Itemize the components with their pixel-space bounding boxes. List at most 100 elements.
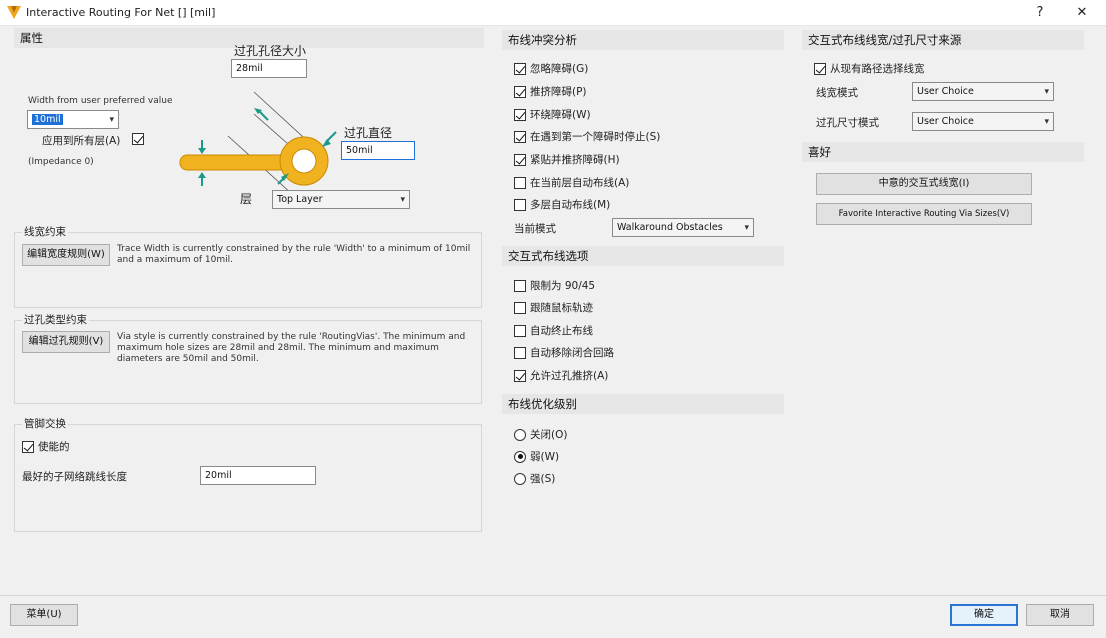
option-label: 跟随鼠标轨迹 [530, 302, 593, 314]
interactive-options-header: 交互式布线选项 [502, 246, 784, 266]
conflict-option-walkaround[interactable]: 环绕障碍(W) [514, 107, 591, 122]
option-label: 限制为 90/45 [530, 280, 596, 292]
checkbox-checked-icon[interactable] [22, 440, 34, 453]
via-size-mode-label: 过孔尺寸模式 [816, 117, 879, 129]
checkbox-unchecked-icon[interactable] [514, 324, 526, 337]
checkbox-checked-icon[interactable] [814, 62, 826, 75]
checkbox-checked-icon[interactable] [514, 369, 526, 382]
pickup-existing-width-checkbox[interactable]: 从现有路径选择线宽 [814, 61, 925, 76]
option-label: 自动终止布线 [530, 325, 593, 337]
option-restrict-90-45[interactable]: 限制为 90/45 [514, 278, 595, 293]
right-column: 交互式布线线宽/过孔尺寸来源 从现有路径选择线宽 线宽模式 User Choic… [796, 26, 1106, 596]
width-combo[interactable]: 10mil ▾ [27, 110, 119, 129]
checkbox-checked-icon[interactable] [514, 85, 526, 98]
optimization-header: 布线优化级别 [502, 394, 784, 414]
chevron-down-icon[interactable]: ▾ [400, 192, 405, 209]
conflict-option-autoroute-current[interactable]: 在当前层自动布线(A) [514, 175, 629, 190]
width-via-source-header: 交互式布线线宽/过孔尺寸来源 [802, 30, 1084, 50]
width-from-label: Width from user preferred value [28, 96, 173, 106]
width-constraint-description: Trace Width is currently constrained by … [117, 244, 471, 265]
pickup-existing-width-label: 从现有路径选择线宽 [830, 63, 925, 75]
help-button[interactable]: ? [1030, 4, 1050, 22]
conflict-option-autoroute-multi[interactable]: 多层自动布线(M) [514, 197, 610, 212]
conflict-option-label: 紧贴并推挤障碍(H) [530, 154, 620, 166]
via-size-mode-combo[interactable]: User Choice ▾ [912, 112, 1054, 131]
conflict-option-stop-at-first[interactable]: 在遇到第一个障碍时停止(S) [514, 129, 660, 144]
layer-label: 层 [240, 192, 253, 206]
footer-divider [0, 595, 1106, 596]
middle-column: 布线冲突分析 忽略障碍(G) 推挤障碍(P) 环绕障碍(W) 在遇到第一个障碍时… [492, 26, 792, 596]
arrowhead-icon [198, 148, 206, 154]
favorite-via-sizes-button[interactable]: Favorite Interactive Routing Via Sizes(V… [816, 203, 1032, 225]
edit-width-rule-button[interactable]: 编辑宽度规则(W) [22, 244, 110, 266]
ok-button[interactable]: 确定 [950, 604, 1018, 626]
checkbox-unchecked-icon[interactable] [514, 198, 526, 211]
current-mode-value: Walkaround Obstacles [617, 222, 723, 233]
option-follow-mouse[interactable]: 跟随鼠标轨迹 [514, 300, 593, 315]
current-mode-label: 当前模式 [514, 223, 556, 235]
optimization-weak-radio[interactable]: 弱(W) [514, 449, 559, 464]
radio-selected-icon[interactable] [514, 450, 526, 463]
width-mode-label: 线宽模式 [816, 87, 858, 99]
layer-combo[interactable]: Top Layer ▾ [272, 190, 410, 209]
checkbox-unchecked-icon[interactable] [514, 301, 526, 314]
chevron-down-icon[interactable]: ▾ [109, 112, 114, 129]
checkbox-checked-icon[interactable] [514, 62, 526, 75]
conflict-option-label: 多层自动布线(M) [530, 199, 611, 211]
via-track-diagram [179, 91, 337, 194]
width-value: 10mil [32, 114, 63, 125]
via-hole-size-input[interactable]: 28mil [231, 59, 307, 78]
app-logo-icon [7, 6, 21, 19]
favorites-header: 喜好 [802, 142, 1084, 162]
option-label: 自动移除闭合回路 [530, 347, 614, 359]
conflict-option-label: 环绕障碍(W) [530, 109, 591, 121]
conflict-option-label: 在当前层自动布线(A) [530, 177, 630, 189]
close-button[interactable]: ✕ [1072, 4, 1092, 22]
title-bar: Interactive Routing For Net [] [mil] ? ✕ [0, 0, 1106, 26]
checkbox-checked-icon[interactable] [132, 133, 144, 145]
conflict-option-hug-push[interactable]: 紧贴并推挤障碍(H) [514, 152, 620, 167]
via-diameter-input[interactable]: 50mil [341, 141, 415, 160]
checkbox-checked-icon[interactable] [514, 130, 526, 143]
radio-unselected-icon[interactable] [514, 428, 526, 441]
optimization-label: 关闭(O) [530, 429, 568, 441]
checkbox-unchecked-icon[interactable] [514, 346, 526, 359]
via-constraint-description: Via style is currently constrained by th… [117, 332, 466, 364]
option-remove-loops[interactable]: 自动移除闭合回路 [514, 345, 614, 360]
checkbox-checked-icon[interactable] [514, 153, 526, 166]
conflict-option-label: 推挤障碍(P) [530, 86, 587, 98]
subnet-jumper-input[interactable]: 20mil [200, 466, 316, 485]
pin-swap-enabled-label: 使能的 [38, 441, 70, 453]
checkbox-unchecked-icon[interactable] [514, 176, 526, 189]
favorite-widths-button[interactable]: 中意的交互式线宽(I) [816, 173, 1032, 195]
radio-unselected-icon[interactable] [514, 472, 526, 485]
width-mode-value: User Choice [917, 86, 974, 97]
edit-via-rule-button[interactable]: 编辑过孔规则(V) [22, 331, 110, 353]
chevron-down-icon[interactable]: ▾ [1044, 84, 1049, 101]
optimization-label: 弱(W) [530, 451, 560, 463]
chevron-down-icon[interactable]: ▾ [744, 220, 749, 237]
arrowhead-icon [198, 172, 206, 178]
checkbox-checked-icon[interactable] [514, 108, 526, 121]
menu-button[interactable]: 菜单(U) [10, 604, 78, 626]
option-auto-terminate[interactable]: 自动终止布线 [514, 323, 593, 338]
checkbox-unchecked-icon[interactable] [514, 279, 526, 292]
via-hole-size-label: 过孔孔径大小 [234, 44, 307, 58]
track-shape [179, 154, 291, 171]
option-allow-via-push[interactable]: 允许过孔推挤(A) [514, 368, 608, 383]
apply-all-layers-checkbox[interactable] [132, 133, 148, 145]
conflict-option-push[interactable]: 推挤障碍(P) [514, 84, 587, 99]
conflict-option-label: 忽略障碍(G) [530, 63, 589, 75]
conflict-option-ignore[interactable]: 忽略障碍(G) [514, 61, 588, 76]
width-mode-combo[interactable]: User Choice ▾ [912, 82, 1054, 101]
chevron-down-icon[interactable]: ▾ [1044, 114, 1049, 131]
impedance-label: (Impedance 0) [28, 157, 94, 167]
optimization-strong-radio[interactable]: 强(S) [514, 471, 555, 486]
pin-swap-header: 管脚交换 [22, 416, 68, 431]
cancel-button[interactable]: 取消 [1026, 604, 1094, 626]
pin-swap-enabled-checkbox[interactable]: 使能的 [22, 439, 70, 454]
optimization-off-radio[interactable]: 关闭(O) [514, 427, 567, 442]
subnet-jumper-label: 最好的子网络跳线长度 [22, 471, 127, 483]
via-constraint-header: 过孔类型约束 [22, 312, 89, 327]
current-mode-combo[interactable]: Walkaround Obstacles ▾ [612, 218, 754, 237]
